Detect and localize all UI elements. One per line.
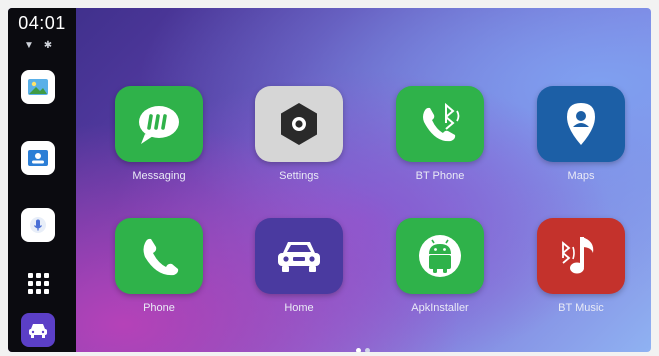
car-icon — [278, 242, 320, 272]
app-apkinstaller[interactable]: ApkInstaller — [384, 218, 496, 314]
sidebar-item-app-grid[interactable] — [21, 266, 55, 300]
app-tile[interactable] — [537, 218, 625, 294]
settings-hex-icon — [281, 103, 317, 145]
app-label: Settings — [279, 170, 319, 182]
app-maps[interactable]: Maps — [525, 86, 637, 182]
wifi-icon: ▼ — [24, 40, 34, 51]
page-indicator[interactable] — [356, 348, 370, 352]
app-label: BT Phone — [415, 170, 465, 182]
sidebar: 04:01 ▼ ✱ — [8, 8, 76, 352]
app-grid-icon — [27, 272, 49, 294]
car-icon — [29, 324, 47, 338]
app-tile[interactable] — [396, 218, 484, 294]
bluetooth-phone-icon — [423, 102, 460, 142]
app-bt-phone[interactable]: BT Phone — [384, 86, 496, 182]
app-label: BT Music — [558, 302, 604, 314]
app-messaging[interactable]: Messaging — [103, 86, 215, 182]
map-pin-icon — [567, 103, 595, 145]
image-icon — [28, 79, 48, 95]
app-tile[interactable] — [115, 218, 203, 294]
microphone-icon — [30, 217, 46, 233]
app-phone[interactable]: Phone — [103, 218, 215, 314]
app-label: Phone — [143, 302, 175, 314]
app-label: Messaging — [132, 170, 186, 182]
carplay-screen: 04:01 ▼ ✱ Messaging Settings BT Phone Ma… — [8, 8, 651, 352]
app-tile[interactable] — [255, 218, 343, 294]
sidebar-item-contacts[interactable] — [21, 141, 55, 175]
sidebar-item-home[interactable] — [21, 313, 55, 347]
app-tile[interactable] — [255, 86, 343, 162]
bluetooth-icon: ✱ — [43, 40, 53, 51]
status-icons: ▼ ✱ — [24, 40, 59, 51]
contact-card-icon — [28, 150, 48, 166]
app-label: Home — [284, 302, 314, 314]
app-tile[interactable] — [115, 86, 203, 162]
app-settings[interactable]: Settings — [243, 86, 355, 182]
sidebar-item-assistant[interactable] — [21, 208, 55, 242]
app-bt-music[interactable]: BT Music — [525, 218, 637, 314]
app-label: ApkInstaller — [411, 302, 469, 314]
status-time: 04:01 — [18, 13, 66, 33]
phone-icon — [143, 238, 179, 276]
message-bubble-icon — [139, 106, 179, 144]
app-home[interactable]: Home — [243, 218, 355, 314]
app-tile[interactable] — [537, 86, 625, 162]
android-icon — [419, 235, 461, 277]
bluetooth-music-icon — [562, 237, 594, 274]
app-label: Maps — [567, 170, 595, 182]
page-dot[interactable] — [365, 348, 370, 352]
sidebar-item-gallery[interactable] — [21, 70, 55, 104]
app-tile[interactable] — [396, 86, 484, 162]
page-dot-active[interactable] — [356, 348, 361, 352]
